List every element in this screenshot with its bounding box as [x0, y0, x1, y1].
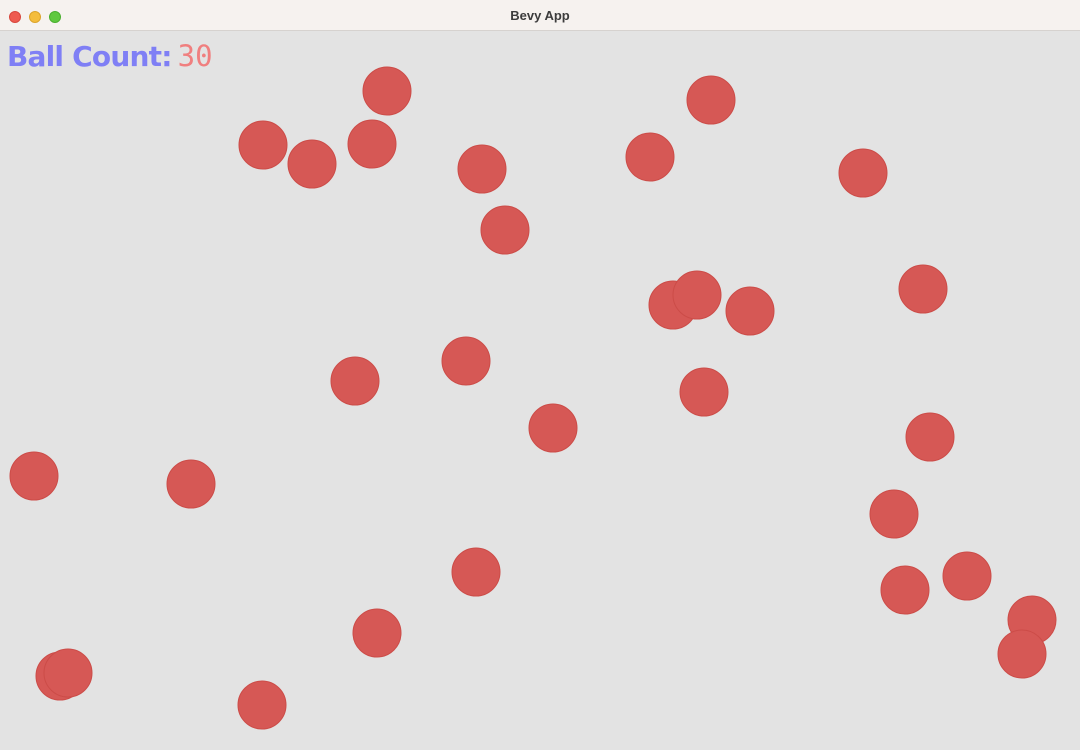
- ball: [166, 459, 216, 509]
- ball: [287, 139, 337, 189]
- ball: [457, 144, 507, 194]
- ball: [997, 629, 1047, 679]
- ball: [905, 412, 955, 462]
- ball: [528, 403, 578, 453]
- app-window: Bevy App Ball Count: 30: [0, 0, 1080, 750]
- ball: [43, 648, 93, 698]
- ball: [869, 489, 919, 539]
- ball: [672, 270, 722, 320]
- ball: [625, 132, 675, 182]
- ball: [362, 66, 412, 116]
- ball: [237, 680, 287, 730]
- ball: [441, 336, 491, 386]
- ball: [838, 148, 888, 198]
- ball: [898, 264, 948, 314]
- ball: [725, 286, 775, 336]
- ball: [330, 356, 380, 406]
- ball: [352, 608, 402, 658]
- ball-count-value: 30: [177, 39, 213, 73]
- ball-count-hud: Ball Count: 30: [7, 39, 213, 79]
- ball: [679, 367, 729, 417]
- ball: [451, 547, 501, 597]
- ball: [9, 451, 59, 501]
- ball: [238, 120, 288, 170]
- ball: [480, 205, 530, 255]
- ball: [942, 551, 992, 601]
- ball: [347, 119, 397, 169]
- ball: [880, 565, 930, 615]
- ball: [686, 75, 736, 125]
- balls-layer: [9, 66, 1057, 730]
- ball-count-label: Ball Count:: [7, 40, 172, 73]
